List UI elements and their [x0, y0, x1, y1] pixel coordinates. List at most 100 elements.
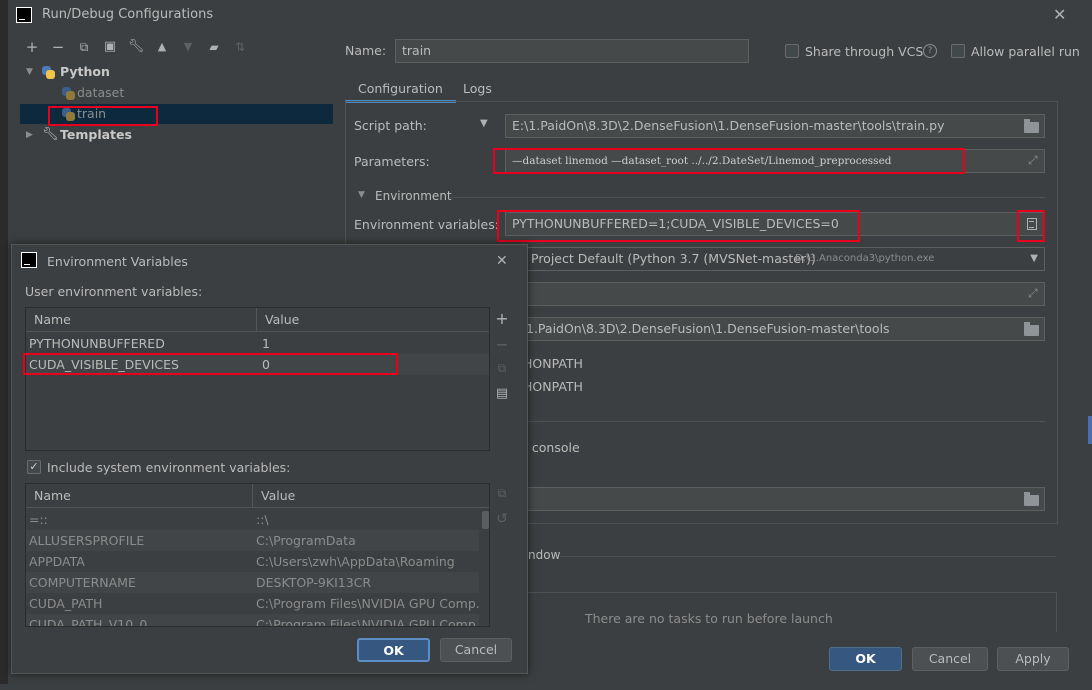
status-strip	[0, 684, 1092, 690]
column-header-value[interactable]: Value	[253, 484, 489, 508]
minus-icon[interactable]: −	[49, 37, 67, 57]
tab-configuration[interactable]: Configuration	[345, 77, 456, 103]
plus-icon[interactable]: +	[493, 309, 511, 328]
highlight-box-train	[48, 106, 158, 126]
name-input[interactable]: train	[395, 39, 749, 63]
tree-label-templates: Templates	[60, 127, 132, 142]
table-row[interactable]: ALLUSERSPROFILE C:\ProgramData	[26, 530, 479, 551]
working-directory-input[interactable]: 1.PaidOn\8.3D\2.DenseFusion\1.DenseFusio…	[505, 317, 1045, 341]
column-header-value[interactable]: Value	[257, 308, 489, 332]
section-divider	[450, 197, 1045, 198]
minus-icon[interactable]: −	[493, 335, 511, 354]
close-icon[interactable]: ✕	[1053, 7, 1066, 23]
var-name: APPDATA	[29, 554, 85, 569]
var-name: ALLUSERSPROFILE	[29, 533, 145, 548]
add-source-roots-label: HONPATH	[523, 379, 583, 394]
environment-section-label: Environment	[375, 189, 452, 203]
interpreter-value: Project Default (Python 3.7 (MVSNet-mast…	[531, 251, 816, 266]
chevron-right-icon[interactable]: ▶	[26, 125, 33, 145]
help-icon[interactable]: ?	[923, 44, 937, 58]
table-row[interactable]: COMPUTERNAME DESKTOP-9KI13CR	[26, 572, 479, 593]
chevron-down-icon[interactable]: ▼	[26, 62, 33, 82]
var-name: =::	[29, 512, 48, 527]
copy-icon[interactable]: ⧉	[493, 486, 511, 501]
allow-parallel-checkbox[interactable]	[951, 44, 965, 58]
pycharm-logo-icon	[16, 7, 32, 23]
highlight-box-env-vars	[497, 210, 860, 242]
interpreter-options-input[interactable]	[505, 282, 1045, 306]
dialog-ok-button[interactable]: OK	[357, 638, 430, 662]
ok-button[interactable]: OK	[829, 647, 902, 671]
tree-item-label: dataset	[77, 85, 125, 100]
highlight-box-cuda-row	[23, 353, 398, 375]
configuration-tree: ▼ Python dataset train ▶ 🔧︎ Templates	[20, 60, 333, 245]
pycharm-logo-icon	[21, 252, 37, 268]
folder-icon[interactable]	[1024, 119, 1039, 133]
var-value: C:\Program Files\NVIDIA GPU Comp...	[256, 596, 479, 611]
user-vars-table: Name Value PYTHONUNBUFFERED 1 CUDA_VISIB…	[25, 307, 490, 451]
highlight-box-env-button	[1017, 210, 1045, 242]
name-label: Name:	[345, 43, 387, 58]
chevron-down-icon[interactable]: ▼	[480, 118, 488, 129]
save-icon[interactable]: ▣	[101, 37, 119, 57]
share-vcs-label: Share through VCS	[805, 44, 924, 59]
interpreter-select[interactable]: Project Default (Python 3.7 (MVSNet-mast…	[505, 247, 1045, 271]
table-header: Name Value	[26, 308, 489, 332]
table-row[interactable]: PYTHONUNBUFFERED 1	[26, 333, 489, 354]
scrollbar[interactable]	[479, 509, 489, 626]
table-row[interactable]: CUDA_PATH C:\Program Files\NVIDIA GPU Co…	[26, 593, 479, 614]
env-vars-label: Environment variables:	[354, 217, 499, 232]
paste-icon[interactable]: ▤	[493, 386, 511, 401]
var-name: CUDA_PATH_V10_0	[29, 617, 148, 627]
allow-parallel-label: Allow parallel run	[971, 44, 1080, 59]
user-vars-label: User environment variables:	[25, 284, 203, 299]
var-name: CUDA_PATH	[29, 596, 103, 611]
dialog-cancel-button[interactable]: Cancel	[440, 638, 512, 662]
share-vcs-checkbox[interactable]	[785, 44, 799, 58]
redirect-input-field[interactable]	[505, 487, 1045, 511]
tree-node-python[interactable]: ▼ Python	[20, 62, 333, 82]
include-system-label: Include system environment variables:	[47, 460, 291, 475]
folder-add-icon[interactable]: ▰	[205, 37, 223, 57]
copy-icon[interactable]: ⧉	[75, 37, 93, 57]
cancel-button[interactable]: Cancel	[912, 647, 988, 671]
var-value: C:\Users\zwh\AppData\Roaming	[256, 554, 455, 569]
folder-icon[interactable]	[1024, 492, 1039, 506]
expand-icon[interactable]: ⤢	[1028, 286, 1038, 301]
scrollbar-thumb[interactable]	[482, 511, 489, 529]
table-row[interactable]: =:: ::\	[26, 509, 479, 530]
tab-logs[interactable]: Logs	[450, 77, 505, 103]
plus-icon[interactable]: +	[23, 37, 41, 57]
apply-button[interactable]: Apply	[997, 647, 1069, 671]
parameters-label: Parameters:	[354, 154, 430, 169]
add-content-roots-label: HONPATH	[523, 356, 583, 371]
column-header-name[interactable]: Name	[26, 308, 257, 332]
undo-icon[interactable]: ↺	[493, 511, 511, 527]
include-system-checkbox[interactable]: ✓	[27, 460, 41, 474]
var-value: DESKTOP-9KI13CR	[256, 575, 372, 590]
script-path-label: Script path:	[354, 118, 427, 133]
background-editor-right-edge	[1088, 416, 1092, 444]
wrench-icon[interactable]: 🔧︎	[127, 37, 145, 57]
copy-icon[interactable]: ⧉	[493, 361, 511, 376]
close-icon[interactable]: ✕	[496, 253, 508, 269]
var-value: C:\ProgramData	[256, 533, 356, 548]
arrow-down-icon[interactable]: ▼	[179, 37, 197, 57]
section-divider	[520, 421, 1045, 422]
table-header: Name Value	[26, 484, 489, 508]
tree-node-templates[interactable]: ▶ 🔧︎ Templates	[20, 125, 333, 145]
table-row[interactable]: CUDA_PATH_V10_0 C:\Program Files\NVIDIA …	[26, 614, 479, 627]
run-debug-configurations-window: Run/Debug Configurations ✕ + − ⧉ ▣ 🔧︎ ▲ …	[0, 0, 1092, 690]
tree-label-python: Python	[60, 64, 110, 79]
expand-icon[interactable]: ⤢	[1028, 153, 1038, 168]
folder-icon[interactable]	[1024, 322, 1039, 336]
tree-item-dataset[interactable]: dataset	[20, 83, 333, 103]
python-icon	[62, 87, 75, 100]
sort-icon[interactable]: ⇅	[231, 37, 249, 57]
column-header-name[interactable]: Name	[26, 484, 253, 508]
arrow-up-icon[interactable]: ▲	[153, 37, 171, 57]
chevron-down-icon[interactable]: ▼	[358, 190, 365, 200]
table-row[interactable]: APPDATA C:\Users\zwh\AppData\Roaming	[26, 551, 479, 572]
script-path-input[interactable]: E:\1.PaidOn\8.3D\2.DenseFusion\1.DenseFu…	[505, 114, 1045, 138]
window-title: Run/Debug Configurations	[42, 7, 214, 22]
